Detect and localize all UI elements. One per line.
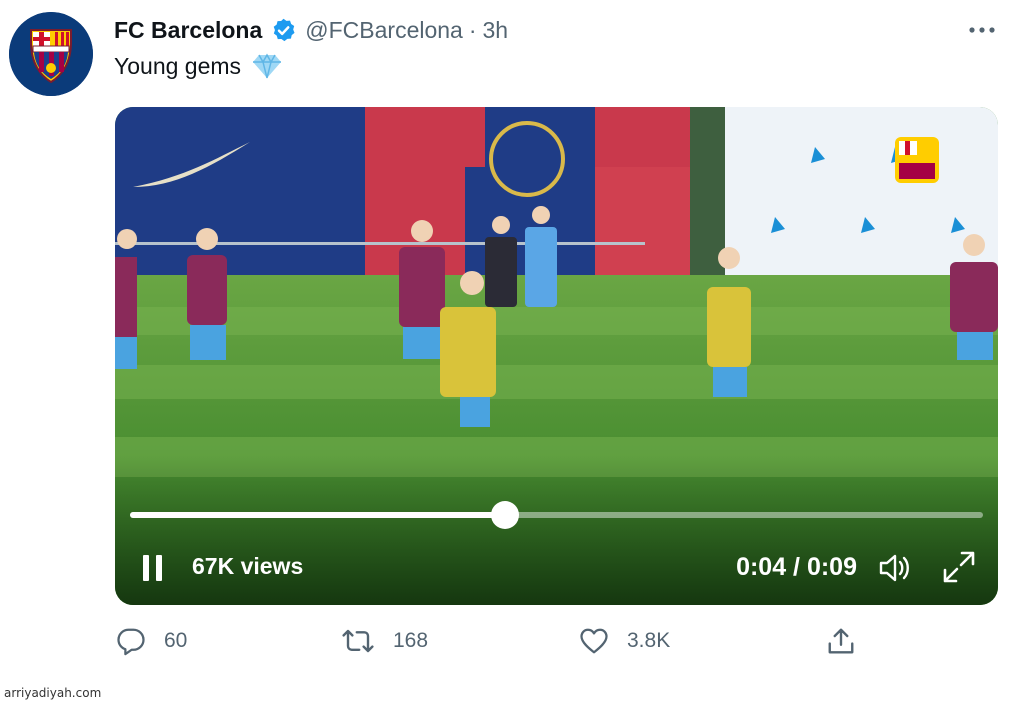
controls-gradient (115, 455, 998, 605)
share-icon (828, 628, 854, 654)
expand-icon (943, 551, 975, 583)
video-player[interactable]: 67K views 0:04 / 0:09 (115, 107, 998, 605)
video-progress-fill (130, 512, 506, 518)
pause-icon (143, 555, 162, 581)
retweet-button[interactable]: 168 (341, 626, 428, 656)
tweet-timestamp[interactable]: 3h (483, 17, 509, 44)
gem-icon (251, 52, 283, 80)
like-button[interactable]: 3.8K (579, 626, 670, 656)
tweet-card[interactable]: FC Barcelona @FCBarcelona · 3h Young gem… (0, 0, 1024, 686)
retweet-count: 168 (393, 629, 429, 652)
more-options-icon[interactable] (966, 18, 998, 42)
volume-icon (879, 554, 909, 582)
volume-button[interactable] (877, 550, 915, 586)
tweet-actions: 60 168 3.8K (0, 626, 1024, 666)
heart-icon (580, 628, 608, 654)
tweet-text-content: Young gems (114, 52, 242, 79)
reply-icon (117, 628, 145, 656)
like-count: 3.8K (627, 629, 671, 652)
retweet-icon (342, 629, 374, 653)
separator-dot: · (468, 16, 477, 43)
video-timecode: 0:04 / 0:09 (736, 553, 857, 581)
verified-badge-icon (270, 17, 297, 44)
tweet-header: FC Barcelona @FCBarcelona · 3h (114, 14, 508, 46)
view-count: 67K views (192, 553, 304, 579)
pause-button[interactable] (139, 551, 167, 585)
author-name[interactable]: FC Barcelona (114, 17, 262, 44)
tweet-text: Young gems (114, 52, 283, 80)
reply-count: 60 (164, 629, 188, 652)
profile-avatar[interactable] (9, 12, 93, 96)
source-watermark: arriyadiyah.com (4, 686, 102, 700)
author-handle[interactable]: @FCBarcelona (305, 17, 463, 44)
fullscreen-button[interactable] (941, 549, 977, 585)
video-progress-bar[interactable] (130, 501, 983, 529)
reply-button[interactable]: 60 (116, 626, 187, 656)
share-button[interactable] (826, 626, 874, 656)
fc-barcelona-crest-icon (9, 12, 93, 96)
